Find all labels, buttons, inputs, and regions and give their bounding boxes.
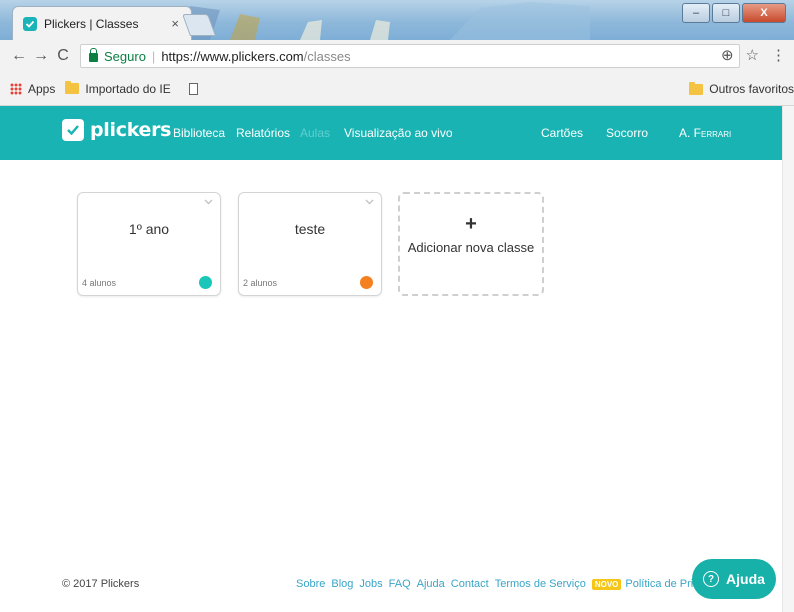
- copyright: © 2017 Plickers: [62, 578, 140, 590]
- close-window-button[interactable]: X: [742, 3, 786, 23]
- chevron-down-icon[interactable]: [365, 197, 374, 207]
- footer-link-sobre[interactable]: Sobre: [296, 578, 325, 590]
- footer-link-contact[interactable]: Contact: [451, 578, 489, 590]
- bookmark-imported-label: Importado do IE: [85, 81, 171, 96]
- footer-link-blog[interactable]: Blog: [331, 578, 353, 590]
- help-button[interactable]: ? Ajuda: [692, 559, 776, 599]
- nav-biblioteca[interactable]: Biblioteca: [173, 126, 225, 140]
- url-path: /classes: [303, 48, 351, 64]
- chevron-down-icon[interactable]: [204, 197, 213, 207]
- tab-close-icon[interactable]: ×: [171, 16, 179, 31]
- class-name: teste: [294, 221, 326, 237]
- folder-icon: [689, 81, 704, 95]
- class-card[interactable]: teste 2 alunos: [238, 192, 382, 296]
- browser-menu-icon[interactable]: ⋮: [771, 46, 786, 64]
- class-color-dot: [360, 276, 373, 289]
- folder-icon: [65, 81, 80, 94]
- help-icon: ?: [703, 571, 720, 587]
- forward-button[interactable]: →: [30, 47, 52, 65]
- class-card[interactable]: 1º ano 4 alunos: [77, 192, 221, 296]
- student-count: 4 alunos: [82, 278, 117, 288]
- lock-icon: [89, 47, 98, 62]
- page-scrollbar[interactable]: [782, 106, 794, 612]
- footer-link-faq[interactable]: FAQ: [389, 578, 411, 590]
- footer-link-jobs[interactable]: Jobs: [359, 578, 382, 590]
- app-navbar: plickers Biblioteca Relatórios Aulas Vis…: [0, 106, 794, 160]
- nav-aulas[interactable]: Aulas: [300, 126, 330, 140]
- plickers-logo[interactable]: plickers: [62, 119, 171, 141]
- minimize-button[interactable]: –: [682, 3, 710, 23]
- address-separator: |: [151, 48, 156, 64]
- toolbar-actions: ⊕ ☆ ⋮: [721, 46, 786, 64]
- nav-cartoes[interactable]: Cartões: [541, 126, 583, 140]
- browser-tab[interactable]: Plickers | Classes ×: [12, 6, 192, 40]
- reload-button[interactable]: C: [52, 47, 74, 65]
- plus-icon: +: [465, 213, 477, 235]
- browser-toolbar: ← → C Seguro | https://www.plickers.com /…: [0, 40, 794, 72]
- bookmark-apps-label: Apps: [28, 81, 56, 96]
- new-badge: NOVO: [591, 578, 622, 590]
- bookmark-apps[interactable]: Apps: [10, 82, 55, 96]
- window-controls: – □ X: [682, 3, 786, 23]
- add-class-button[interactable]: + Adicionar nova classe: [398, 192, 544, 296]
- footer-link-termos[interactable]: Termos de Serviço: [495, 578, 586, 590]
- student-count: 2 alunos: [243, 278, 278, 288]
- browser-titlebar: Plickers | Classes × – □ X: [0, 0, 794, 40]
- add-class-label: Adicionar nova classe: [407, 240, 535, 255]
- translate-icon[interactable]: ⊕: [721, 46, 734, 64]
- apps-grid-icon: [10, 82, 22, 95]
- class-color-dot: [199, 276, 212, 289]
- nav-user-account[interactable]: A. Ferrari: [679, 126, 731, 140]
- class-name: 1º ano: [128, 221, 170, 237]
- bookmark-star-icon[interactable]: ☆: [746, 46, 759, 64]
- bookmark-page[interactable]: [181, 82, 198, 95]
- window-background-decoration: [170, 2, 590, 40]
- bookmark-other-label: Outros favoritos: [709, 82, 794, 96]
- maximize-button[interactable]: □: [712, 3, 740, 23]
- address-bar[interactable]: Seguro | https://www.plickers.com/classe…: [80, 44, 740, 68]
- page-icon: [188, 82, 198, 95]
- help-button-label: Ajuda: [726, 571, 765, 587]
- footer-links: Sobre Blog Jobs FAQ Ajuda Contact Termos…: [296, 578, 743, 590]
- tab-title: Plickers | Classes: [44, 16, 139, 31]
- plickers-favicon-icon: [23, 16, 37, 31]
- url-host: https://www.plickers.com: [161, 48, 304, 64]
- bookmarks-bar: Apps Importado do IE Outros favoritos: [0, 72, 794, 106]
- nav-socorro[interactable]: Socorro: [606, 126, 648, 140]
- nav-relatorios[interactable]: Relatórios: [236, 126, 290, 140]
- bookmark-other-folder[interactable]: Outros favoritos: [689, 81, 794, 96]
- nav-visualizacao-ao-vivo[interactable]: Visualização ao vivo: [344, 126, 453, 140]
- footer-link-ajuda[interactable]: Ajuda: [417, 578, 445, 590]
- back-button[interactable]: ←: [8, 47, 30, 65]
- logo-text: plickers: [90, 119, 172, 141]
- secure-label: Seguro: [104, 48, 146, 64]
- plickers-logo-icon: [62, 119, 84, 141]
- bookmark-imported-folder[interactable]: Importado do IE: [65, 81, 171, 96]
